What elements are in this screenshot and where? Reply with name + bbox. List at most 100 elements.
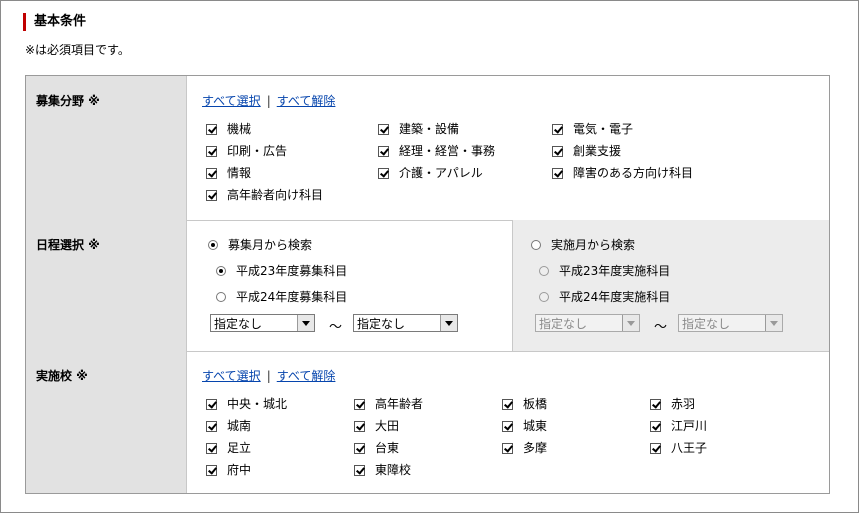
row-header: 募集分野 ※: [26, 76, 187, 220]
checkbox-icon[interactable]: [206, 399, 217, 410]
checkbox-icon[interactable]: [206, 124, 217, 135]
checkbox-label: 八王子: [671, 441, 708, 455]
school-checkbox[interactable]: 台東: [354, 441, 399, 455]
radio-icon[interactable]: [539, 292, 549, 302]
radio-recruit-month[interactable]: 募集月から検索: [208, 238, 312, 252]
schedule-label: 日程選択 ※: [36, 238, 100, 252]
checkbox-icon[interactable]: [552, 168, 563, 179]
row-header: 実施校 ※: [26, 351, 187, 493]
school-checkbox[interactable]: 東障校: [354, 463, 411, 477]
checkbox-icon[interactable]: [378, 146, 389, 157]
checkbox-icon[interactable]: [206, 168, 217, 179]
checkbox-label: 創業支援: [573, 144, 622, 158]
checkbox-icon[interactable]: [552, 124, 563, 135]
checkbox-icon[interactable]: [354, 421, 365, 432]
radio-icon[interactable]: [216, 292, 226, 302]
radio-impl-h24[interactable]: 平成24年度実施科目: [539, 290, 670, 304]
radio-icon[interactable]: [531, 240, 541, 250]
select-value: 指定なし: [539, 317, 588, 331]
radio-label: 平成24年度実施科目: [559, 290, 671, 304]
checkbox-icon[interactable]: [378, 124, 389, 135]
recruit-checkbox[interactable]: 創業支援: [552, 144, 621, 158]
select-all-link[interactable]: すべて選択: [202, 94, 261, 108]
recruit-checkbox[interactable]: 高年齢者向け科目: [206, 188, 323, 202]
school-checkbox[interactable]: 八王子: [650, 441, 707, 455]
checkbox-label: 板橋: [523, 397, 548, 411]
school-checkbox[interactable]: 板橋: [502, 397, 547, 411]
checkbox-label: 電気・電子: [573, 122, 634, 136]
chevron-down-icon[interactable]: [622, 315, 639, 331]
checkbox-icon[interactable]: [650, 443, 661, 454]
recruit-checkbox[interactable]: 障害のある方向け科目: [552, 166, 693, 180]
school-checkbox[interactable]: 大田: [354, 419, 399, 433]
impl-to-select[interactable]: 指定なし: [678, 314, 783, 332]
checkbox-icon[interactable]: [206, 190, 217, 201]
chevron-down-icon[interactable]: [440, 315, 457, 331]
chevron-down-icon[interactable]: [297, 315, 314, 331]
checkbox-icon[interactable]: [650, 421, 661, 432]
checkbox-label: 城東: [523, 419, 548, 433]
radio-icon[interactable]: [216, 266, 226, 276]
school-checkbox[interactable]: 江戸川: [650, 419, 707, 433]
checkbox-icon[interactable]: [650, 399, 661, 410]
recruit-checkbox[interactable]: 建築・設備: [378, 122, 459, 136]
radio-icon[interactable]: [539, 266, 549, 276]
checkbox-label: 大田: [375, 419, 400, 433]
recruit-checkbox[interactable]: 機械: [206, 122, 251, 136]
recruit-checkbox[interactable]: 印刷・広告: [206, 144, 287, 158]
checkbox-label: 建築・設備: [399, 122, 460, 136]
select-value: 指定なし: [214, 317, 263, 331]
school-checkbox[interactable]: 足立: [206, 441, 251, 455]
row-schedule: 日程選択 ※ 募集月から検索 平成23年度募集科目 平成24年度募集科目 指定な…: [26, 220, 829, 352]
chevron-down-icon[interactable]: [765, 315, 782, 331]
required-note: ※は必須項目です。: [25, 43, 130, 57]
checkbox-label: 高年齢者: [375, 397, 424, 411]
radio-impl-month[interactable]: 実施月から検索: [531, 238, 635, 252]
radio-label: 平成23年度実施科目: [559, 264, 671, 278]
school-checkbox[interactable]: 中央・城北: [206, 397, 287, 411]
school-checkbox[interactable]: 多摩: [502, 441, 547, 455]
conditions-table: 募集分野 ※ すべて選択 | すべて解除 機械 建築・設備 電気・電子 印刷・広告 …: [25, 75, 830, 494]
recruit-checkbox[interactable]: 経理・経営・事務: [378, 144, 495, 158]
checkbox-icon[interactable]: [206, 465, 217, 476]
school-checkbox[interactable]: 赤羽: [650, 397, 695, 411]
checkbox-label: 情報: [227, 166, 252, 180]
checkbox-icon[interactable]: [206, 443, 217, 454]
school-select-links: すべて選択 | すべて解除: [202, 367, 335, 384]
recruit-checkbox[interactable]: 情報: [206, 166, 251, 180]
radio-impl-h23[interactable]: 平成23年度実施科目: [539, 264, 670, 278]
radio-recruit-h23[interactable]: 平成23年度募集科目: [216, 264, 347, 278]
row-header: 日程選択 ※: [26, 220, 187, 351]
school-checkbox[interactable]: 城東: [502, 419, 547, 433]
recruit-checkbox[interactable]: 電気・電子: [552, 122, 633, 136]
radio-recruit-h24[interactable]: 平成24年度募集科目: [216, 290, 347, 304]
range-tilde: ～: [654, 320, 668, 335]
checkbox-icon[interactable]: [552, 146, 563, 157]
school-checkbox[interactable]: 府中: [206, 463, 251, 477]
recruit-checkbox[interactable]: 介護・アパレル: [378, 166, 483, 180]
checkbox-icon[interactable]: [502, 421, 513, 432]
school-checkbox[interactable]: 高年齢者: [354, 397, 423, 411]
checkbox-icon[interactable]: [206, 421, 217, 432]
recruit-to-select[interactable]: 指定なし: [353, 314, 458, 332]
radio-label: 募集月から検索: [228, 238, 313, 252]
checkbox-icon[interactable]: [378, 168, 389, 179]
row-school: 実施校 ※ すべて選択 | すべて解除 中央・城北 高年齢者 板橋 赤羽 城南 大田…: [26, 351, 829, 493]
checkbox-icon[interactable]: [354, 399, 365, 410]
checkbox-icon[interactable]: [354, 465, 365, 476]
checkbox-icon[interactable]: [354, 443, 365, 454]
checkbox-icon[interactable]: [206, 146, 217, 157]
checkbox-label: 多摩: [523, 441, 548, 455]
radio-icon[interactable]: [208, 240, 218, 250]
radio-label: 実施月から検索: [551, 238, 636, 252]
clear-all-link[interactable]: すべて解除: [277, 94, 336, 108]
recruit-from-select[interactable]: 指定なし: [210, 314, 315, 332]
impl-from-select[interactable]: 指定なし: [535, 314, 640, 332]
implementation-panel: 実施月から検索 平成23年度実施科目 平成24年度実施科目 指定なし ～ 指定な…: [512, 220, 829, 351]
checkbox-icon[interactable]: [502, 399, 513, 410]
select-all-link[interactable]: すべて選択: [202, 369, 261, 383]
checkbox-label: 府中: [227, 463, 252, 477]
checkbox-icon[interactable]: [502, 443, 513, 454]
school-checkbox[interactable]: 城南: [206, 419, 251, 433]
clear-all-link[interactable]: すべて解除: [277, 369, 336, 383]
